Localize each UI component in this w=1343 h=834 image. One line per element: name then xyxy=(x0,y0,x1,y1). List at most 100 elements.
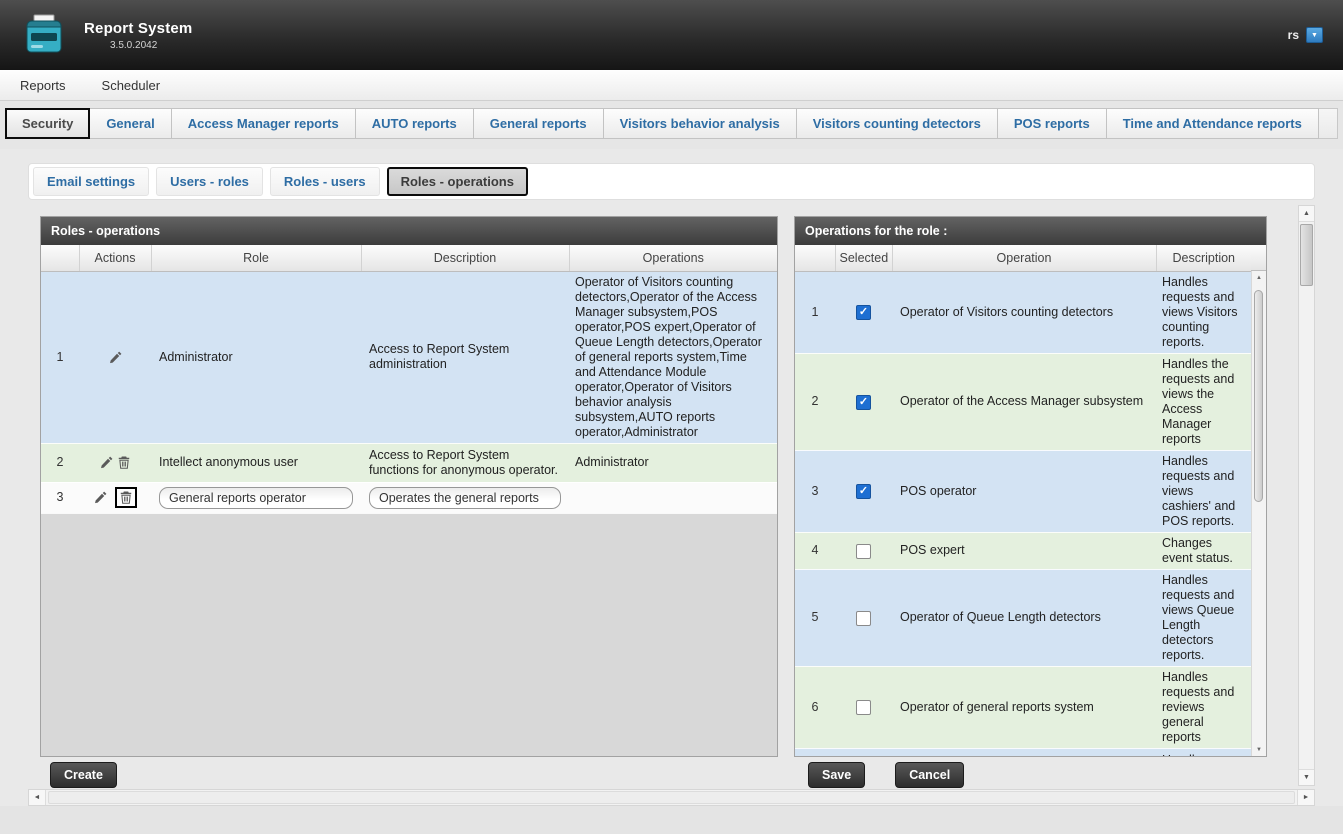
scrollbar-thumb[interactable] xyxy=(48,791,1295,804)
menu-bar: Reports Scheduler xyxy=(0,70,1343,101)
operation-name-cell: Operator of the Access Manager subsystem xyxy=(892,353,1156,450)
delete-icon[interactable] xyxy=(117,455,131,470)
scroll-up-icon[interactable]: ▲ xyxy=(1252,271,1266,284)
subtab-roles-users[interactable]: Roles - users xyxy=(270,167,380,196)
operation-name-cell: POS operator xyxy=(892,450,1156,532)
scrollbar-track[interactable] xyxy=(46,790,1297,805)
edit-icon[interactable] xyxy=(93,490,108,505)
operation-row: 4 POS expert Changes event status. xyxy=(795,532,1251,569)
operation-row: 6 Operator of general reports system Han… xyxy=(795,666,1251,748)
scrollbar-track[interactable] xyxy=(1299,222,1314,769)
roles-panel-title: Roles - operations xyxy=(41,217,777,245)
selected-cell xyxy=(835,666,892,748)
operation-description-cell: Handles requests and views cashiers' and… xyxy=(1156,450,1251,532)
row-number: 2 xyxy=(795,353,835,450)
role-description-input-cell xyxy=(361,482,569,513)
role-row-intellect-anonymous-user: 2 Intellect an xyxy=(41,443,777,482)
role-description-cell: Access to Report System functions for an… xyxy=(361,443,569,482)
create-button[interactable]: Create xyxy=(50,762,117,788)
scrollbar-header-filler xyxy=(1251,245,1266,271)
roles-col-operations: Operations xyxy=(569,245,777,271)
page-horizontal-scrollbar[interactable]: ◄ ► xyxy=(28,789,1315,806)
operation-description-cell: Handles requests and views Queue Length … xyxy=(1156,569,1251,666)
edit-icon[interactable] xyxy=(99,455,114,470)
roles-table: Actions Role Description Operations 1 xyxy=(41,245,777,514)
roles-col-index xyxy=(41,245,79,271)
subtab-users-roles[interactable]: Users - roles xyxy=(156,167,263,196)
operation-checkbox[interactable] xyxy=(856,305,871,320)
user-label: rs xyxy=(1288,28,1299,42)
tab-access-manager-reports[interactable]: Access Manager reports xyxy=(172,108,356,139)
menu-item-reports[interactable]: Reports xyxy=(20,78,66,93)
row-number: 1 xyxy=(41,271,79,443)
tab-pos-reports[interactable]: POS reports xyxy=(998,108,1107,139)
selected-cell xyxy=(835,271,892,353)
scroll-up-icon[interactable]: ▲ xyxy=(1299,206,1314,222)
row-actions-cell xyxy=(79,443,151,482)
operation-name-cell xyxy=(892,748,1156,756)
selected-cell xyxy=(835,353,892,450)
roles-col-actions: Actions xyxy=(79,245,151,271)
scrollbar-track[interactable] xyxy=(1252,284,1266,743)
operation-row: 1 Operator of Visitors counting detector… xyxy=(795,271,1251,353)
operation-row-partial: Handles requests and xyxy=(795,748,1251,756)
operation-checkbox[interactable] xyxy=(856,484,871,499)
role-operations-cell xyxy=(569,482,777,513)
delete-icon-focused[interactable] xyxy=(115,487,137,508)
scrollbar-thumb[interactable] xyxy=(1300,224,1313,286)
role-name-input[interactable] xyxy=(159,487,353,509)
tab-general[interactable]: General xyxy=(90,108,171,139)
tab-security[interactable]: Security xyxy=(5,108,90,139)
cancel-button[interactable]: Cancel xyxy=(895,762,964,788)
row-number xyxy=(795,748,835,756)
roles-col-role: Role xyxy=(151,245,361,271)
operation-name-cell: Operator of Visitors counting detectors xyxy=(892,271,1156,353)
scroll-down-icon[interactable]: ▼ xyxy=(1252,743,1266,756)
scrollbar-thumb[interactable] xyxy=(1254,290,1263,502)
content-viewport: Roles - operations Actions Role Descript… xyxy=(28,200,1315,789)
tab-general-reports[interactable]: General reports xyxy=(474,108,604,139)
page-vertical-scrollbar[interactable]: ▲ ▼ xyxy=(1298,205,1315,786)
role-name-cell: Administrator xyxy=(151,271,361,443)
operation-checkbox[interactable] xyxy=(856,700,871,715)
app-window: Report System 3.5.0.2042 rs ▼ Reports Sc… xyxy=(0,0,1343,834)
scroll-left-icon[interactable]: ◄ xyxy=(29,790,46,805)
menu-item-scheduler[interactable]: Scheduler xyxy=(102,78,161,93)
main-tab-strip-filler xyxy=(1319,108,1338,139)
tab-time-and-attendance-reports[interactable]: Time and Attendance reports xyxy=(1107,108,1319,139)
operations-table-area: Selected Operation Description 1 Operato… xyxy=(795,245,1266,756)
operation-name-cell: Operator of general reports system xyxy=(892,666,1156,748)
scroll-down-icon[interactable]: ▼ xyxy=(1299,769,1314,785)
role-operations-cell: Administrator xyxy=(569,443,777,482)
tab-visitors-counting-detectors[interactable]: Visitors counting detectors xyxy=(797,108,998,139)
edit-icon[interactable] xyxy=(108,350,123,365)
scroll-right-icon[interactable]: ► xyxy=(1297,790,1314,805)
roles-table-area: Actions Role Description Operations 1 xyxy=(41,245,777,756)
roles-col-description: Description xyxy=(361,245,569,271)
operation-checkbox[interactable] xyxy=(856,395,871,410)
user-menu-caret-icon[interactable]: ▼ xyxy=(1306,27,1323,43)
tab-auto-reports[interactable]: AUTO reports xyxy=(356,108,474,139)
operation-checkbox[interactable] xyxy=(856,544,871,559)
role-operations-cell: Operator of Visitors counting detectors,… xyxy=(569,271,777,443)
save-button[interactable]: Save xyxy=(808,762,865,788)
subtab-email-settings[interactable]: Email settings xyxy=(33,167,149,196)
operation-description-cell: Handles the requests and views the Acces… xyxy=(1156,353,1251,450)
page-bottom-margin xyxy=(0,806,1343,834)
selected-cell xyxy=(835,748,892,756)
operation-description-cell: Handles requests and xyxy=(1156,748,1251,756)
role-description-cell: Access to Report System administration xyxy=(361,271,569,443)
subtab-roles-operations[interactable]: Roles - operations xyxy=(387,167,528,196)
operations-col-index xyxy=(795,245,835,271)
operations-table: Selected Operation Description 1 Operato… xyxy=(795,245,1251,756)
row-number: 4 xyxy=(795,532,835,569)
operations-panel-title: Operations for the role : xyxy=(795,217,1266,245)
operations-scrollbar[interactable]: ▲ ▼ xyxy=(1251,271,1266,756)
operation-checkbox[interactable] xyxy=(856,611,871,626)
operations-col-selected: Selected xyxy=(835,245,892,271)
role-name-cell: Intellect anonymous user xyxy=(151,443,361,482)
operation-name-cell: POS expert xyxy=(892,532,1156,569)
app-version: 3.5.0.2042 xyxy=(110,40,192,51)
tab-visitors-behavior-analysis[interactable]: Visitors behavior analysis xyxy=(604,108,797,139)
role-description-input[interactable] xyxy=(369,487,561,509)
